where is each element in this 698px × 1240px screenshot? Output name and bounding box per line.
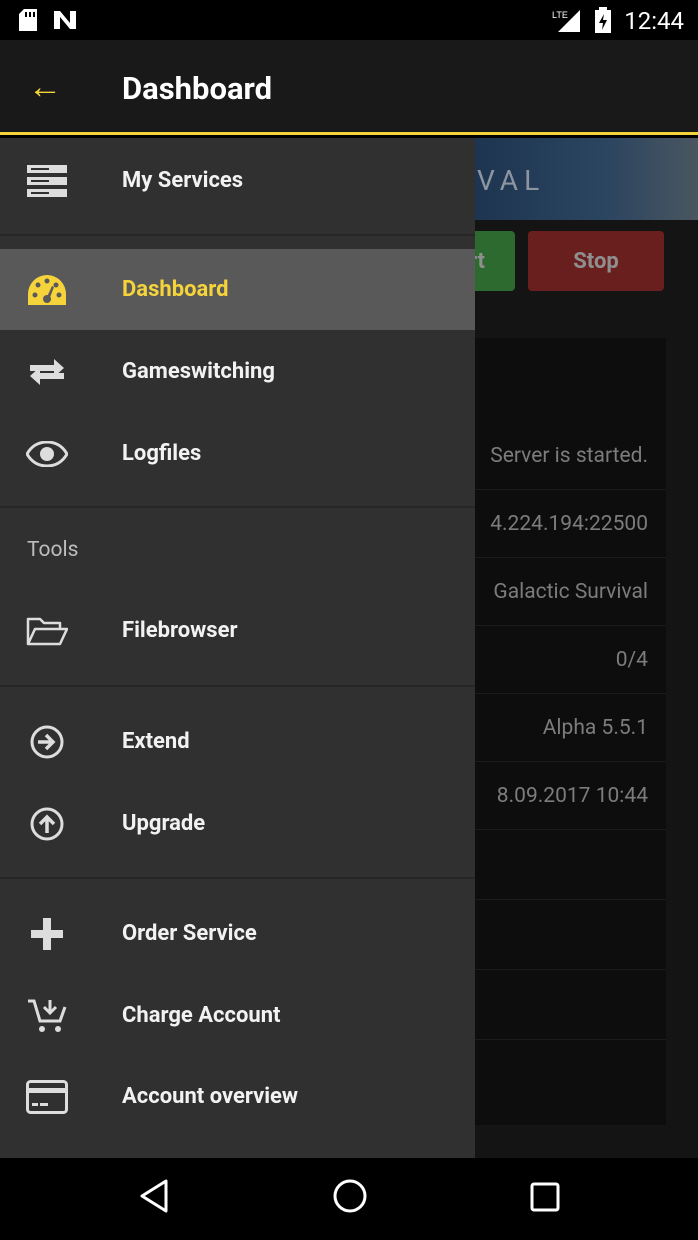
arrow-up-circle-icon <box>26 803 68 845</box>
notification-n-icon <box>54 11 76 29</box>
drawer-item-label: Filebrowser <box>122 618 238 643</box>
drawer-item-logfiles[interactable]: Logfiles <box>0 413 475 494</box>
tools-section-header: Tools <box>27 538 79 562</box>
drawer-item-label: My Services <box>122 168 244 193</box>
divider <box>0 685 475 687</box>
drawer-item-label: Charge Account <box>122 1003 281 1028</box>
recents-nav-icon[interactable] <box>530 1182 560 1212</box>
stop-button[interactable]: Stop <box>528 231 664 291</box>
drawer-item-label: Account overview <box>122 1084 299 1109</box>
eye-icon <box>26 433 68 475</box>
battery-icon <box>595 7 611 33</box>
clock: 12:44 <box>624 7 684 35</box>
drawer-item-account-overview[interactable]: Account overview <box>0 1056 475 1137</box>
drawer-item-order-service[interactable]: Order Service <box>0 893 475 974</box>
drawer-item-dashboard[interactable]: Dashboard <box>0 249 475 330</box>
app-bar: ← Dashboard <box>0 40 698 135</box>
plus-icon <box>26 913 68 955</box>
game-banner: VAL <box>475 138 698 220</box>
home-nav-icon[interactable] <box>332 1178 368 1214</box>
divider <box>0 877 475 879</box>
cart-add-icon <box>26 995 68 1037</box>
arrow-right-circle-icon <box>26 721 68 763</box>
drawer-item-label: Order Service <box>122 921 257 946</box>
speedometer-icon <box>26 269 68 311</box>
navigation-drawer: My Services Dashboard Gameswitching Logf… <box>0 138 475 1158</box>
back-nav-icon[interactable] <box>138 1178 170 1214</box>
drawer-item-charge-account[interactable]: Charge Account <box>0 975 475 1056</box>
system-navigation-bar <box>0 1158 698 1240</box>
status-bar: LTE 12:44 <box>0 0 698 40</box>
banner-text: VAL <box>477 164 546 197</box>
arrow-back-icon[interactable]: ← <box>28 70 62 104</box>
credit-card-icon <box>26 1076 68 1118</box>
drawer-item-label: Upgrade <box>122 811 206 836</box>
svg-text:LTE: LTE <box>552 10 568 20</box>
divider <box>0 234 475 236</box>
drawer-item-filebrowser[interactable]: Filebrowser <box>0 590 475 671</box>
drawer-item-label: Dashboard <box>122 277 229 302</box>
sd-card-icon <box>19 9 37 31</box>
drawer-item-label: Extend <box>122 729 190 754</box>
drawer-item-extend[interactable]: Extend <box>0 701 475 782</box>
drawer-item-my-services[interactable]: My Services <box>0 140 475 221</box>
drawer-item-label: Gameswitching <box>122 359 275 384</box>
folder-open-icon <box>26 610 68 652</box>
drawer-item-gameswitching[interactable]: Gameswitching <box>0 331 475 412</box>
lte-signal-icon: LTE <box>552 10 580 32</box>
drawer-item-label: Logfiles <box>122 441 202 466</box>
swap-icon <box>26 351 68 393</box>
drawer-item-upgrade[interactable]: Upgrade <box>0 783 475 864</box>
divider <box>0 506 475 508</box>
page-title: Dashboard <box>122 70 273 107</box>
server-list-icon <box>26 160 68 202</box>
